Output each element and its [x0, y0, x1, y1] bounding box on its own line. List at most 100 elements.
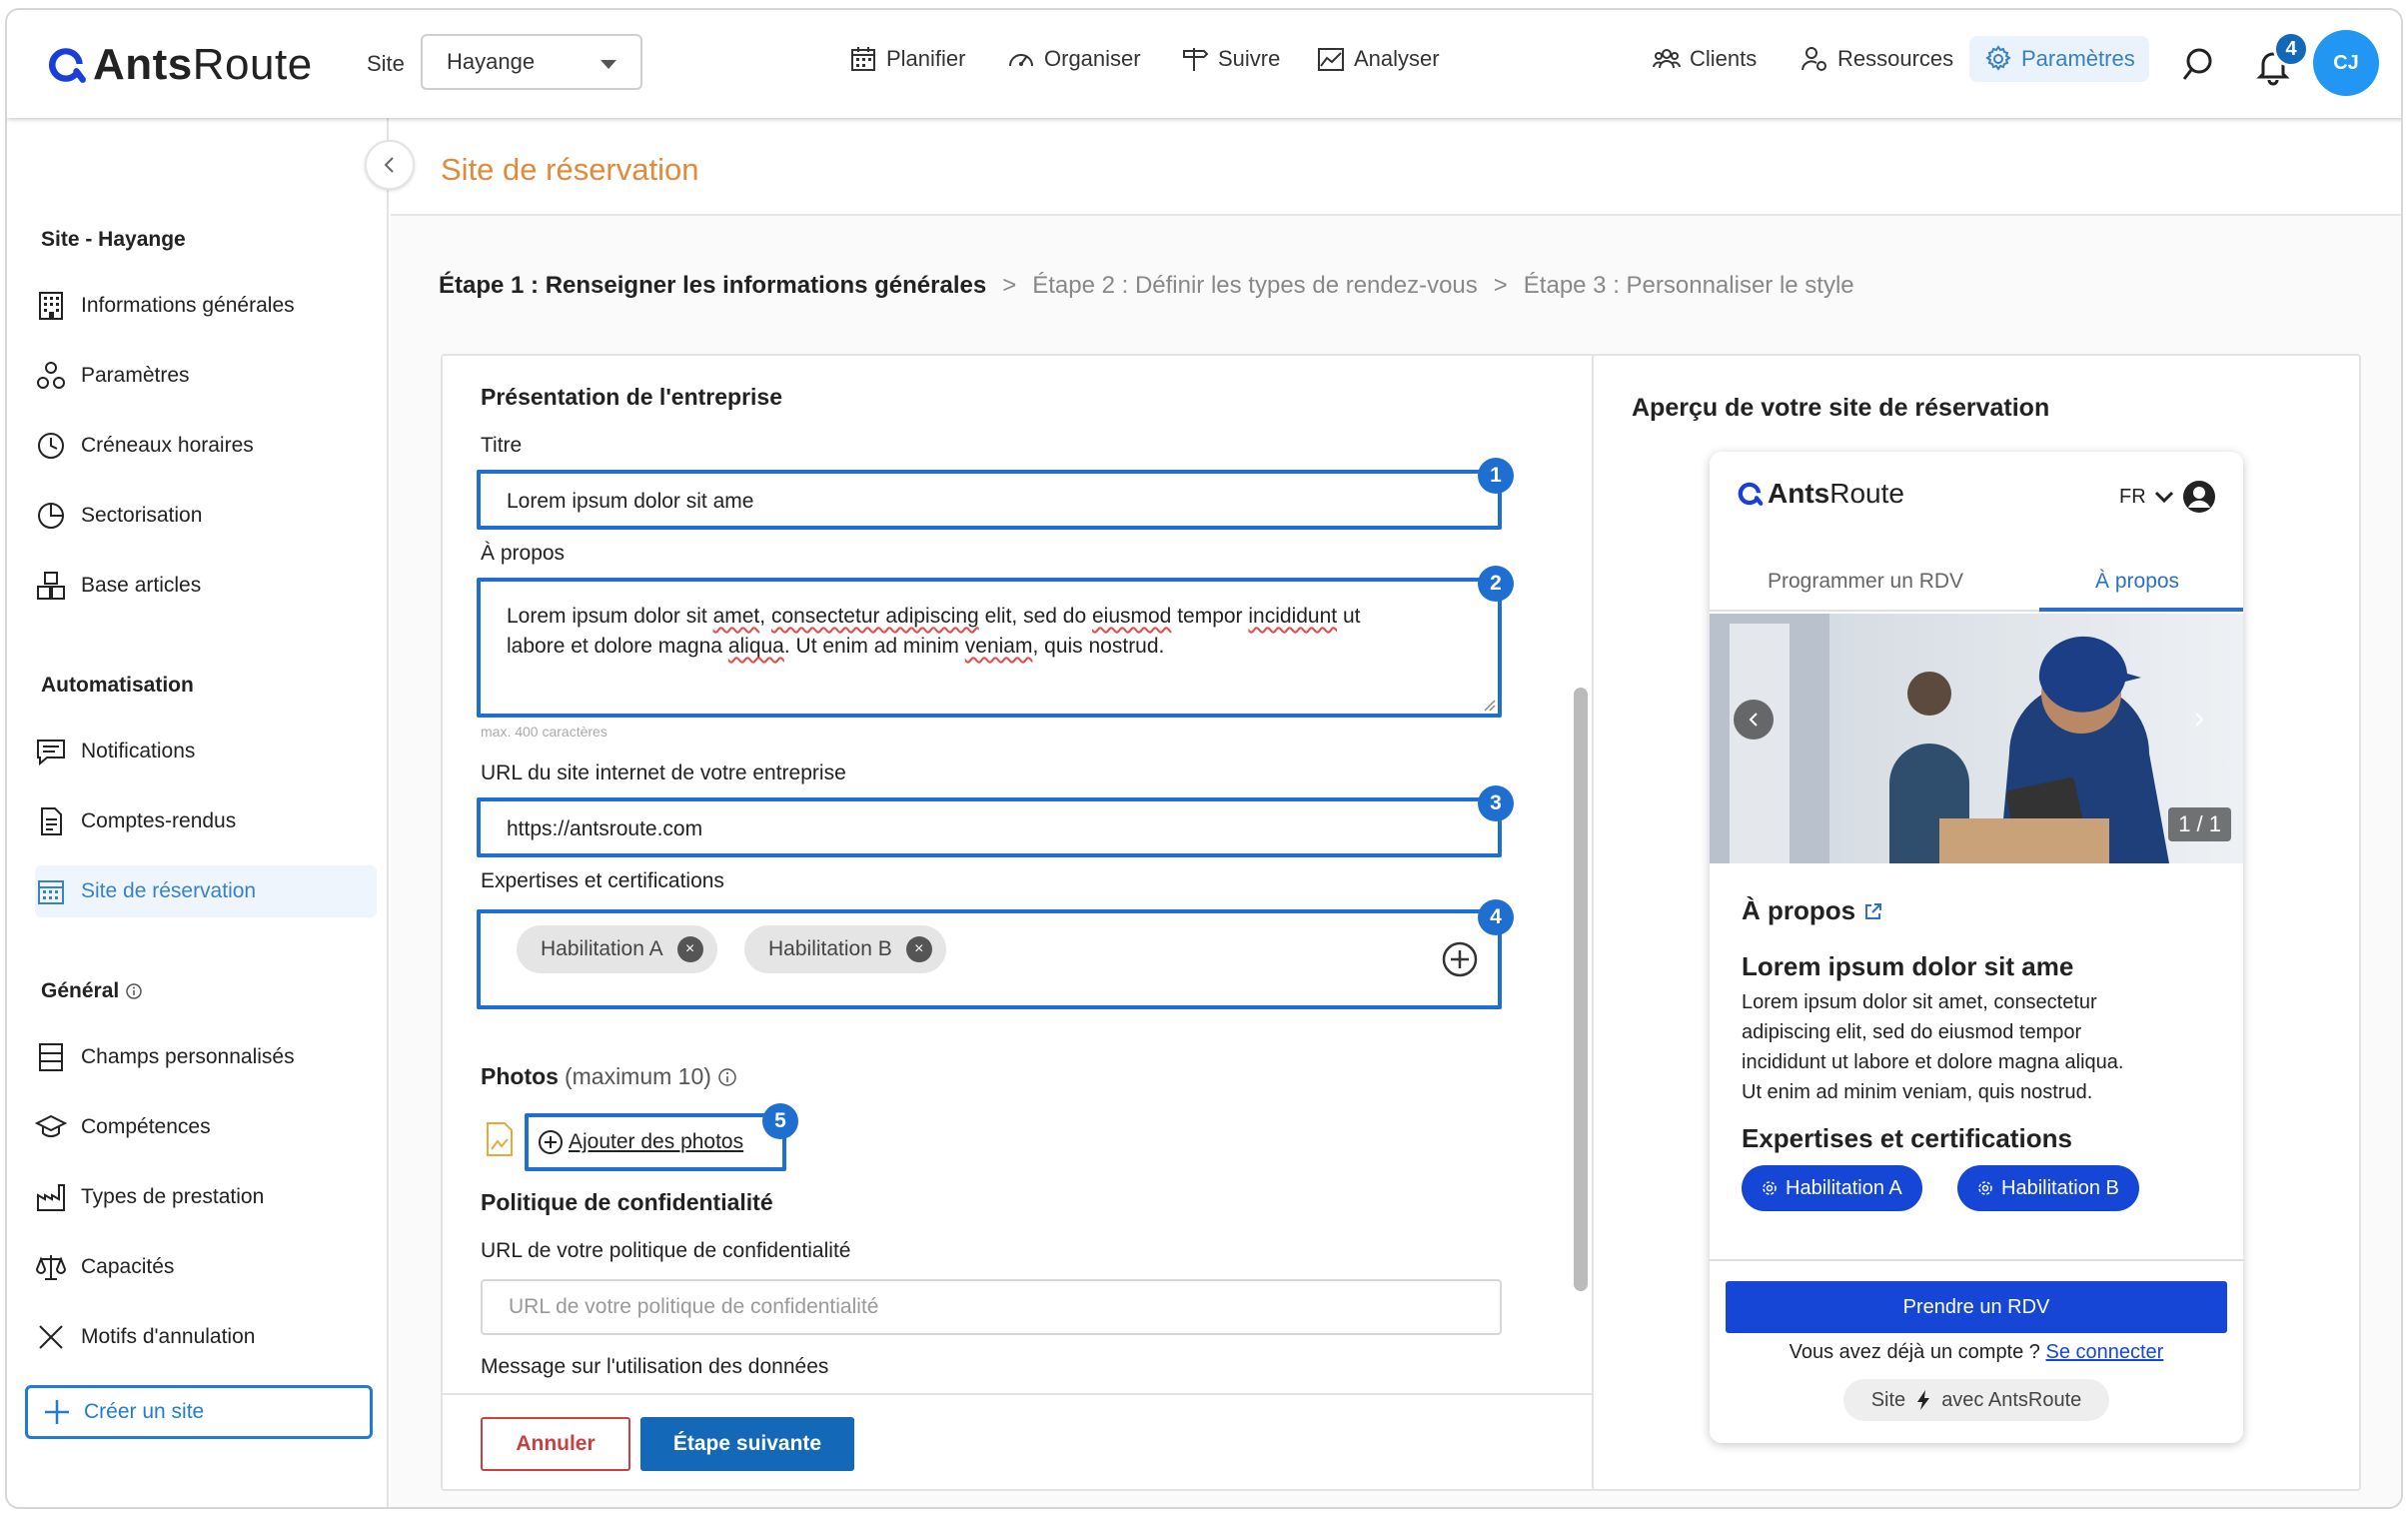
sidebar-item-creneaux[interactable]: Créneaux horaires	[35, 420, 377, 472]
photos-hint: (maximum 10)	[564, 1063, 711, 1089]
url-input[interactable]: https://antsroute.com	[477, 797, 1502, 857]
nav-clients[interactable]: Clients	[1652, 44, 1757, 74]
expertise-field-label: Expertises et certifications	[481, 869, 724, 892]
create-site-button[interactable]: Créer un site	[25, 1385, 373, 1439]
next-step-button[interactable]: Étape suivante	[640, 1417, 854, 1471]
nav-suivre[interactable]: Suivre	[1180, 44, 1280, 74]
powered-by-badge: Site avec AntsRoute	[1843, 1379, 2109, 1421]
nav-parametres[interactable]: Paramètres	[1969, 36, 2149, 82]
privacy-url-label: URL de votre politique de confidentialit…	[481, 1239, 851, 1262]
expertise-chip: Habilitation A ×	[517, 925, 717, 973]
language-select[interactable]: FR	[2119, 480, 2216, 514]
chip-remove-icon[interactable]: ×	[676, 936, 703, 962]
sidebar-item-base-articles[interactable]: Base articles	[35, 560, 377, 612]
carousel-next-button[interactable]	[2179, 700, 2219, 740]
step-3[interactable]: Étape 3 : Personnaliser le style	[1524, 272, 1854, 300]
factory-icon	[37, 1184, 65, 1211]
chevron-down-icon	[601, 60, 616, 69]
sidebar-item-sectorisation[interactable]: Sectorisation	[35, 490, 377, 542]
preview-expertise-chip: Habilitation B	[1957, 1165, 2139, 1211]
language-value: FR	[2119, 485, 2146, 508]
sidebar-item-capacites[interactable]: Capacités	[35, 1241, 377, 1293]
title-input[interactable]: Lorem ipsum dolor sit ame	[477, 470, 1502, 530]
sidebar-item-label: Informations générales	[81, 294, 295, 317]
about-textarea-value: Lorem ipsum dolor sit amet, consectetur …	[507, 605, 1361, 658]
calendar-icon	[851, 47, 875, 71]
sidebar-section-general-label: Général	[41, 979, 120, 1002]
document-icon	[41, 807, 62, 835]
sidebar-item-types-prestation[interactable]: Types de prestation	[35, 1171, 377, 1223]
sidebar-item-comptes-rendus[interactable]: Comptes-rendus	[35, 795, 377, 847]
photos-heading: Photos (maximum 10)	[481, 1063, 737, 1090]
worker-photo-illustration	[1710, 614, 2243, 863]
sidebar-item-notifications[interactable]: Notifications	[35, 726, 377, 777]
marker-5: 5	[762, 1103, 798, 1139]
stepper: Étape 1 : Renseigner les informations gé…	[439, 272, 1854, 300]
nav-analyser[interactable]: Analyser	[1316, 44, 1440, 74]
sidebar-section-automatisation: Automatisation	[41, 674, 194, 697]
chevron-right-icon	[2195, 713, 2204, 727]
about-textarea[interactable]: Lorem ipsum dolor sit amet, consectetur …	[477, 578, 1502, 718]
nav-suivre-label: Suivre	[1218, 46, 1281, 71]
title-field-label: Titre	[481, 434, 523, 457]
nav-organiser[interactable]: Organiser	[1006, 44, 1141, 74]
preview-title: Aperçu de votre site de réservation	[1632, 394, 2050, 422]
privacy-url-input[interactable]: URL de votre politique de confidentialit…	[481, 1279, 1502, 1335]
tab-book[interactable]: Programmer un RDV	[1768, 570, 1963, 594]
powered-by: avec AntsRoute	[1941, 1388, 2082, 1411]
about-line: incididunt ut labore et dolore magna ali…	[1742, 1051, 2124, 1073]
step-2[interactable]: Étape 2 : Définir les types de rendez-vo…	[1032, 272, 1478, 300]
antsroute-logo[interactable]: AntsRoute	[45, 40, 313, 90]
url-input-value: https://antsroute.com	[507, 817, 703, 840]
nav-planifier[interactable]: Planifier	[848, 44, 965, 74]
sidebar-item-label: Créneaux horaires	[81, 434, 254, 457]
message-icon	[37, 740, 65, 766]
section-privacy: Politique de confidentialité	[481, 1189, 773, 1215]
carousel-photo: 1 / 1	[1710, 614, 2243, 863]
preview-tabs: Programmer un RDV À propos	[1710, 552, 2243, 612]
external-link-icon[interactable]	[1863, 901, 1883, 921]
collapse-sidebar-button[interactable]	[365, 140, 415, 190]
sidebar-item-competences[interactable]: Compétences	[35, 1101, 377, 1153]
gears-icon	[37, 362, 65, 389]
step-1[interactable]: Étape 1 : Renseigner les informations gé…	[439, 272, 986, 300]
site-label: Site	[367, 51, 405, 76]
sidebar-item-champs[interactable]: Champs personnalisés	[35, 1031, 377, 1083]
carousel-prev-button[interactable]	[1734, 700, 1774, 740]
add-photos-label: Ajouter des photos	[569, 1130, 744, 1153]
photos-label: Photos	[481, 1063, 559, 1089]
info-icon[interactable]	[717, 1067, 737, 1087]
form-fields-icon	[39, 1043, 63, 1071]
data-message-label: Message sur l'utilisation des données	[481, 1355, 829, 1378]
top-header: AntsRoute Site Hayange Planifier Organis…	[7, 10, 2401, 118]
resize-handle-icon[interactable]	[1482, 698, 1496, 712]
login-link[interactable]: Se connecter	[2045, 1341, 2163, 1363]
sidebar-item-site-reservation[interactable]: Site de réservation	[35, 865, 377, 917]
page-title: Site de réservation	[441, 152, 699, 187]
sidebar-item-informations[interactable]: Informations générales	[35, 280, 377, 332]
site-select[interactable]: Hayange	[421, 34, 642, 90]
sidebar-item-label: Comptes-rendus	[81, 809, 237, 832]
chevron-left-icon	[384, 157, 394, 173]
about-field-label: À propos	[481, 542, 566, 565]
nav-ressources[interactable]: Ressources	[1800, 44, 1953, 74]
search-icon[interactable]	[2181, 44, 2221, 84]
phone-preview: AntsRoute FR Programmer un RDV À propos	[1710, 452, 2243, 1443]
logo-icon	[48, 48, 86, 83]
sidebar-item-motifs-annulation[interactable]: Motifs d'annulation	[35, 1311, 377, 1363]
preview-logo-text: AntsRoute	[1768, 478, 1904, 509]
info-icon[interactable]	[125, 982, 143, 1000]
add-circle-icon[interactable]	[1440, 939, 1480, 979]
book-appointment-button[interactable]: Prendre un RDV	[1726, 1281, 2227, 1333]
privacy-url-placeholder: URL de votre politique de confidentialit…	[509, 1295, 879, 1318]
chip-remove-icon[interactable]: ×	[905, 936, 932, 962]
user-avatar[interactable]: CJ	[2313, 30, 2379, 96]
tab-about[interactable]: À propos	[2095, 570, 2179, 594]
form-scrollbar[interactable]	[1574, 688, 1588, 1291]
user-circle-icon[interactable]	[2182, 480, 2216, 514]
sidebar-item-label: Paramètres	[81, 364, 190, 387]
cancel-button[interactable]: Annuler	[481, 1417, 630, 1471]
boxes-icon	[37, 572, 65, 600]
sidebar-item-parametres[interactable]: Paramètres	[35, 350, 377, 402]
add-photos-button[interactable]: Ajouter des photos	[525, 1113, 786, 1171]
